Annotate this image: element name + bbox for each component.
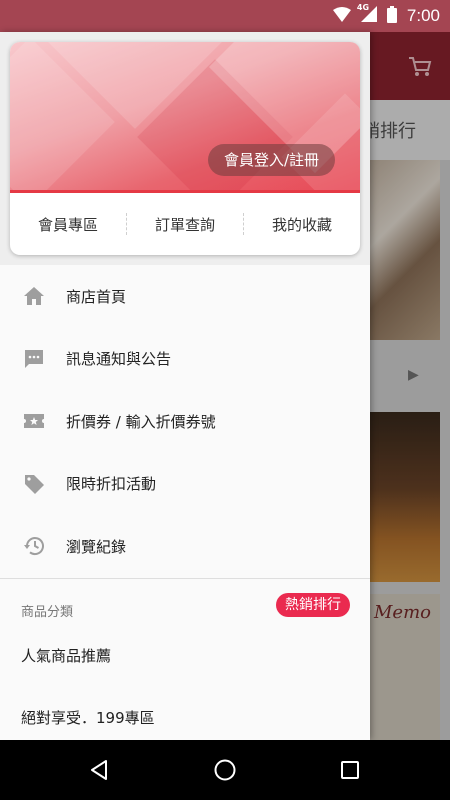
- message-icon: [22, 347, 46, 371]
- history-icon: [22, 534, 46, 558]
- drawer-scrim[interactable]: [370, 32, 450, 740]
- category-item-199-zone[interactable]: 絕對享受．199專區: [0, 697, 370, 741]
- home-button[interactable]: [210, 755, 240, 785]
- category-item-popular[interactable]: 人氣商品推薦: [0, 635, 370, 697]
- back-triangle-icon: [91, 760, 107, 780]
- home-circle-icon: [214, 759, 236, 781]
- menu-item-store-home[interactable]: 商店首頁: [0, 265, 370, 328]
- menu-item-label: 限時折扣活動: [66, 475, 157, 494]
- menu-item-label: 折價券 / 輸入折價券號: [66, 412, 216, 431]
- favorites-button[interactable]: 我的收藏: [244, 214, 360, 235]
- category-item-label: 人氣商品推薦: [21, 646, 112, 665]
- status-time: 7:00: [406, 6, 440, 25]
- battery-icon: [386, 5, 397, 27]
- menu-item-coupons[interactable]: 折價券 / 輸入折價券號: [0, 390, 370, 453]
- member-card-tabs: 會員專區 訂單查詢 我的收藏: [10, 193, 360, 255]
- menu-item-notifications[interactable]: 訊息通知與公告: [0, 328, 370, 391]
- category-section-title: 商品分類: [21, 604, 74, 620]
- system-navigation-bar: [0, 740, 450, 800]
- signal-icon: 4G: [357, 3, 377, 26]
- menu-item-label: 商店首頁: [66, 287, 127, 306]
- navigation-drawer: 會員登入/註冊 會員專區 訂單查詢 我的收藏 商店首頁 訊息通知與公告 折價券 …: [0, 32, 370, 740]
- recents-square-icon: [341, 761, 359, 779]
- status-bar: 4G 7:00: [0, 0, 450, 32]
- status-icons: 4G 7:00: [332, 0, 440, 32]
- network-type-label: 4G: [356, 3, 370, 12]
- back-button[interactable]: [84, 755, 114, 785]
- order-query-button[interactable]: 訂單查詢: [127, 214, 243, 235]
- menu-item-flash-sale[interactable]: 限時折扣活動: [0, 453, 370, 516]
- category-item-label: 絕對享受．199專區: [21, 708, 155, 727]
- home-icon: [22, 284, 46, 308]
- category-section-header: 商品分類 熱銷排行: [0, 579, 370, 635]
- menu-item-label: 瀏覽紀錄: [66, 537, 127, 556]
- member-banner: 會員登入/註冊: [10, 42, 360, 192]
- recents-button[interactable]: [335, 755, 365, 785]
- menu-item-label: 訊息通知與公告: [66, 350, 172, 369]
- menu-item-browse-history[interactable]: 瀏覽紀錄: [0, 515, 370, 578]
- wifi-icon: [332, 6, 351, 26]
- hot-ranking-button[interactable]: 熱銷排行: [276, 592, 350, 617]
- member-card: 會員登入/註冊 會員專區 訂單查詢 我的收藏: [10, 42, 360, 255]
- coupon-icon: [22, 409, 46, 433]
- login-register-button[interactable]: 會員登入/註冊: [207, 144, 335, 176]
- drawer-menu: 商店首頁 訊息通知與公告 折價券 / 輸入折價券號 限時折扣活動 瀏覽紀錄 商品…: [0, 265, 370, 740]
- tag-icon: [22, 472, 46, 496]
- drawer-header: 會員登入/註冊 會員專區 訂單查詢 我的收藏: [0, 32, 370, 265]
- member-area-button[interactable]: 會員專區: [10, 214, 126, 235]
